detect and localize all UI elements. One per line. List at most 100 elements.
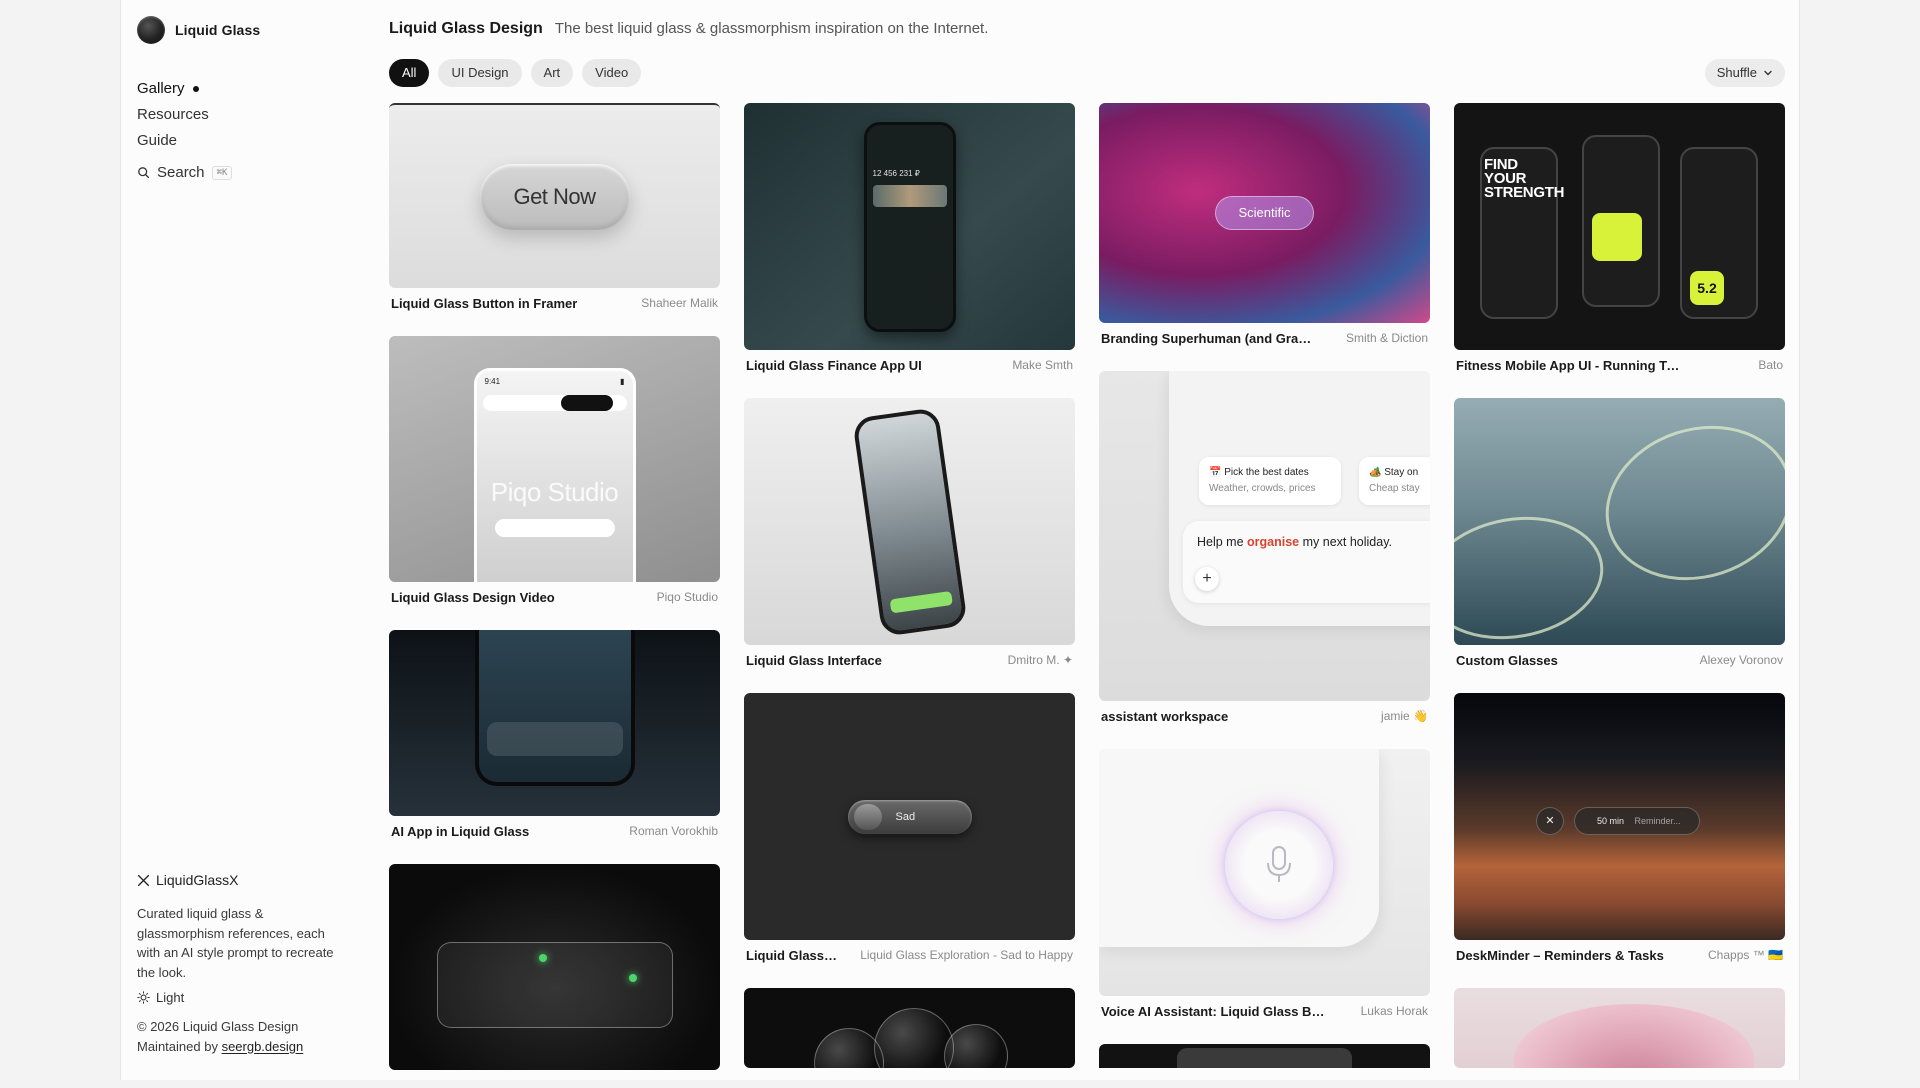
filter-chip-art[interactable]: Art bbox=[530, 59, 574, 87]
active-indicator-dot bbox=[192, 86, 199, 92]
card-thumbnail: FIND YOUR STRENGTH 5.2 bbox=[1454, 103, 1785, 350]
sidebar: Liquid Glass Gallery Resources Guide Sea… bbox=[121, 0, 361, 1080]
shuffle-label: Shuffle bbox=[1716, 65, 1757, 80]
card-thumbnail bbox=[389, 864, 720, 1070]
gallery-card[interactable]: Get Now Liquid Glass Button in Framer Sh… bbox=[389, 103, 720, 318]
lime-card bbox=[1592, 213, 1642, 261]
card-meta: Liquid Glass Button in Framer Shaheer Ma… bbox=[389, 288, 720, 318]
suggestion-title: 📅 Pick the best dates bbox=[1209, 467, 1309, 478]
gallery-card[interactable]: 12 456 231 ₽ Liquid Glass Finance App UI… bbox=[744, 103, 1075, 380]
gallery-card[interactable]: Liquid Glass Interface Dmitro M. ✦ bbox=[744, 398, 1075, 675]
sidebar-item-label: Guide bbox=[137, 132, 178, 149]
phone-cta-pill bbox=[560, 395, 613, 411]
reminder-placeholder: Reminder... bbox=[1634, 816, 1681, 826]
card-author: Alexey Voronov bbox=[1699, 653, 1783, 667]
card-meta: AI App in Liquid Glass Roman Vorokhib bbox=[389, 816, 720, 846]
chevron-down-icon bbox=[1764, 70, 1772, 76]
card-title: Fitness Mobile App UI - Running Tracker bbox=[1456, 357, 1681, 373]
phone-search-field bbox=[486, 722, 623, 756]
sidebar-nav: Gallery Resources Guide bbox=[137, 76, 209, 154]
brand-logo bbox=[137, 16, 165, 44]
mood-label: Sad bbox=[895, 810, 916, 823]
shuffle-dropdown[interactable]: Shuffle bbox=[1704, 59, 1785, 87]
card-thumbnail: 12 456 231 ₽ bbox=[744, 103, 1075, 350]
battery-icon: ▮ bbox=[620, 377, 625, 386]
theme-toggle[interactable]: Light bbox=[137, 990, 347, 1005]
gallery-card[interactable] bbox=[1099, 1044, 1430, 1068]
finance-cards-strip bbox=[872, 184, 947, 207]
gallery-card[interactable]: Sad Liquid Glass Exploration - Sad to Ha… bbox=[744, 693, 1075, 970]
search-label: Search bbox=[157, 164, 205, 181]
phone-pricing-pill bbox=[494, 519, 615, 537]
card-title: Liquid Glass Design Video bbox=[391, 589, 555, 605]
brand[interactable]: Liquid Glass bbox=[137, 16, 260, 44]
copyright-text: © 2026 Liquid Glass Design bbox=[137, 1019, 299, 1034]
get-now-glass-button-preview: Get Now bbox=[479, 163, 630, 230]
search-shortcut: ⌘K bbox=[211, 165, 233, 180]
card-author: Lukas Horak bbox=[1360, 1004, 1428, 1018]
status-light bbox=[629, 974, 637, 982]
assistant-prompt-box: Help me organise my next holiday. + bbox=[1183, 521, 1430, 603]
phone-status-bar: 9:41 ▮ bbox=[485, 377, 625, 386]
card-thumbnail: Sad bbox=[744, 693, 1075, 940]
card-author: Liquid Glass Exploration - Sad to Happy bbox=[860, 948, 1073, 962]
prompt-highlight: organise bbox=[1247, 535, 1300, 549]
prompt-text: Help me bbox=[1197, 535, 1248, 549]
card-thumbnail bbox=[744, 988, 1075, 1068]
status-light bbox=[539, 954, 547, 962]
gallery-card[interactable]: 9:41 ▮ Piqo Studio Liquid Glass Design Vi… bbox=[389, 336, 720, 612]
card-author: Piqo Studio bbox=[656, 590, 718, 604]
phone-mockup bbox=[474, 630, 635, 786]
card-author: Smith & Diction bbox=[1345, 331, 1428, 345]
gallery-card[interactable]: Voice AI Assistant: Liquid Glass Button … bbox=[1099, 749, 1430, 1026]
card-author: Make Smth bbox=[1012, 358, 1073, 372]
card-thumbnail bbox=[1454, 398, 1785, 645]
card-title: Branding Superhuman (and Grammarly) bbox=[1101, 330, 1321, 346]
gallery-card[interactable] bbox=[744, 988, 1075, 1068]
glass-bubble bbox=[874, 1008, 954, 1068]
gallery-card[interactable]: Custom Glasses Alexey Voronov bbox=[1454, 398, 1785, 675]
filter-chip-ui-design[interactable]: UI Design bbox=[438, 59, 522, 87]
sidebar-item-label: Resources bbox=[137, 106, 209, 123]
sidebar-item-resources[interactable]: Resources bbox=[137, 102, 209, 128]
reminder-pill-preview: 50 min Reminder... bbox=[1574, 807, 1700, 835]
car-dashboard-panel bbox=[437, 942, 673, 1028]
maintainer-link[interactable]: seergb.design bbox=[222, 1039, 304, 1054]
card-author: Shaheer Malik bbox=[641, 296, 718, 310]
gallery-card[interactable]: 📅 Pick the best dates Weather, crowds, p… bbox=[1099, 371, 1430, 731]
gallery-card[interactable] bbox=[1454, 988, 1785, 1068]
card-title: Liquid Glass Button in Framer bbox=[391, 295, 578, 311]
search-button[interactable]: Search ⌘K bbox=[137, 164, 233, 181]
card-thumbnail: ✕ 50 min Reminder... bbox=[1454, 693, 1785, 940]
thumbnail-wordmark: Piqo Studio bbox=[490, 477, 619, 507]
suggestion-title: 🏕️ Stay on bbox=[1369, 467, 1419, 478]
card-meta: assistant workspace jamie 👋 bbox=[1099, 701, 1430, 731]
app-frame: Liquid Glass Gallery Resources Guide Sea… bbox=[120, 0, 1800, 1080]
card-thumbnail: 9:41 ▮ Piqo Studio bbox=[389, 336, 720, 582]
filter-chip-all[interactable]: All bbox=[389, 59, 430, 87]
x-logo-icon bbox=[137, 874, 150, 886]
card-title: assistant workspace bbox=[1101, 708, 1229, 724]
filter-chips: All UI Design Art Video bbox=[389, 59, 642, 87]
card-meta: Liquid Glass Finance App UI Make Smth bbox=[744, 350, 1075, 380]
card-thumbnail bbox=[1099, 1044, 1430, 1068]
card-thumbnail bbox=[389, 630, 720, 816]
gallery-card[interactable]: ✕ 50 min Reminder... DeskMinder – Remind… bbox=[1454, 693, 1785, 970]
card-title: Liquid Glass Finance App UI bbox=[746, 357, 922, 373]
gallery-card[interactable]: AI App in Liquid Glass Roman Vorokhib bbox=[389, 630, 720, 846]
sidebar-item-guide[interactable]: Guide bbox=[137, 128, 209, 154]
plus-icon: + bbox=[1195, 567, 1219, 591]
card-meta: Liquid Glass Design Video Piqo Studio bbox=[389, 582, 720, 612]
glass-bubble bbox=[944, 1024, 1008, 1068]
card-author: Chapps ™ 🇺🇦 bbox=[1708, 948, 1783, 962]
gallery-card[interactable] bbox=[389, 864, 720, 1070]
card-author: Roman Vorokhib bbox=[629, 824, 718, 838]
suggestion-card: 🏕️ Stay on Cheap stay bbox=[1359, 457, 1430, 505]
card-thumbnail bbox=[1454, 988, 1785, 1068]
filter-chip-video[interactable]: Video bbox=[582, 59, 642, 87]
gallery-card[interactable]: Scientific Branding Superhuman (and Gram… bbox=[1099, 103, 1430, 353]
gallery-card[interactable]: FIND YOUR STRENGTH 5.2 Fitness Mobile Ap… bbox=[1454, 103, 1785, 380]
x-social-link[interactable]: LiquidGlassX bbox=[137, 872, 347, 888]
suggestion-subtitle: Weather, crowds, prices bbox=[1209, 483, 1316, 494]
sidebar-item-gallery[interactable]: Gallery bbox=[137, 76, 209, 102]
